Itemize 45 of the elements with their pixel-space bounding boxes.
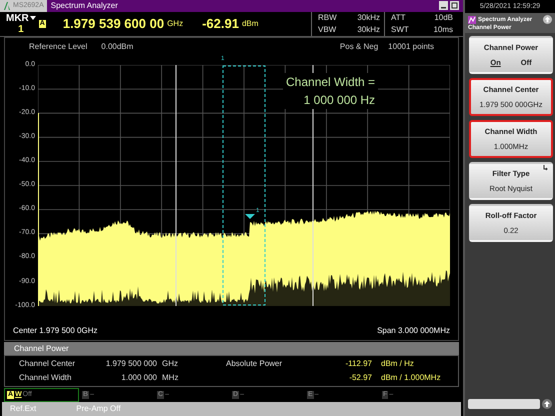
detection-mode: Pos & Neg: [340, 42, 378, 51]
logo-icon: [3, 2, 11, 10]
setting-label: VBW: [318, 24, 338, 36]
status-text: Pre-Amp Off: [76, 404, 121, 414]
setting-label: SWT: [391, 24, 410, 36]
power-unit: dBm / Hz: [380, 359, 414, 368]
setting-label: ATT: [391, 12, 407, 24]
reference-level-label: Reference Level: [29, 42, 88, 51]
marker-level: -62.91: [202, 16, 239, 32]
power-unit: dBm / 1.000MHz: [380, 373, 441, 382]
footer-bar: [468, 399, 540, 409]
setting-value: 30kHz: [356, 24, 380, 36]
channel-width-annotation: Channel Width =: [286, 74, 376, 91]
up-arrow-icon[interactable]: [542, 399, 552, 409]
status-text: Ref.Ext: [10, 404, 36, 414]
result-label: Channel Width: [18, 373, 72, 382]
setting-label: RBW: [318, 12, 338, 24]
trace-points: 10001 points: [388, 42, 434, 51]
power-value: -52.97: [348, 373, 372, 382]
window-controls-icon[interactable]: [439, 1, 459, 10]
center-frequency: Center 1.979 500 0GHz: [13, 326, 98, 336]
setting-value: 10dB: [433, 12, 453, 24]
span-frequency: Span 3.000 000MHz: [377, 326, 450, 336]
caret-icon: [30, 16, 36, 20]
marker-icon: [245, 214, 255, 219]
submenu-icon: [543, 165, 549, 171]
level-unit: dBm: [242, 19, 258, 28]
result-unit: GHz: [161, 359, 179, 368]
reference-level-value: 0.00dBm: [101, 42, 134, 51]
results-header: Channel Power: [4, 342, 459, 355]
marker-frequency: 1.979 539 600 00: [62, 16, 164, 32]
result-label: Channel Center: [18, 359, 76, 368]
result-label: Absolute Power: [226, 359, 282, 368]
marker-select[interactable]: MKR 1: [6, 12, 36, 35]
result-unit: MHz: [161, 373, 180, 382]
result-value: 1.000 000: [120, 373, 157, 382]
channel-width-annotation: 1 000 000 Hz: [304, 92, 376, 109]
setting-value: 30kHz: [356, 12, 380, 24]
setting-value: 10ms: [432, 24, 453, 36]
result-value: 1.979 500 000: [104, 359, 157, 368]
window-title: Spectrum Analyzer: [50, 1, 118, 10]
frequency-unit: GHz: [167, 19, 184, 28]
app-icon: [468, 16, 476, 24]
power-value: -112.97: [344, 359, 372, 368]
up-arrow-icon[interactable]: [543, 15, 552, 24]
